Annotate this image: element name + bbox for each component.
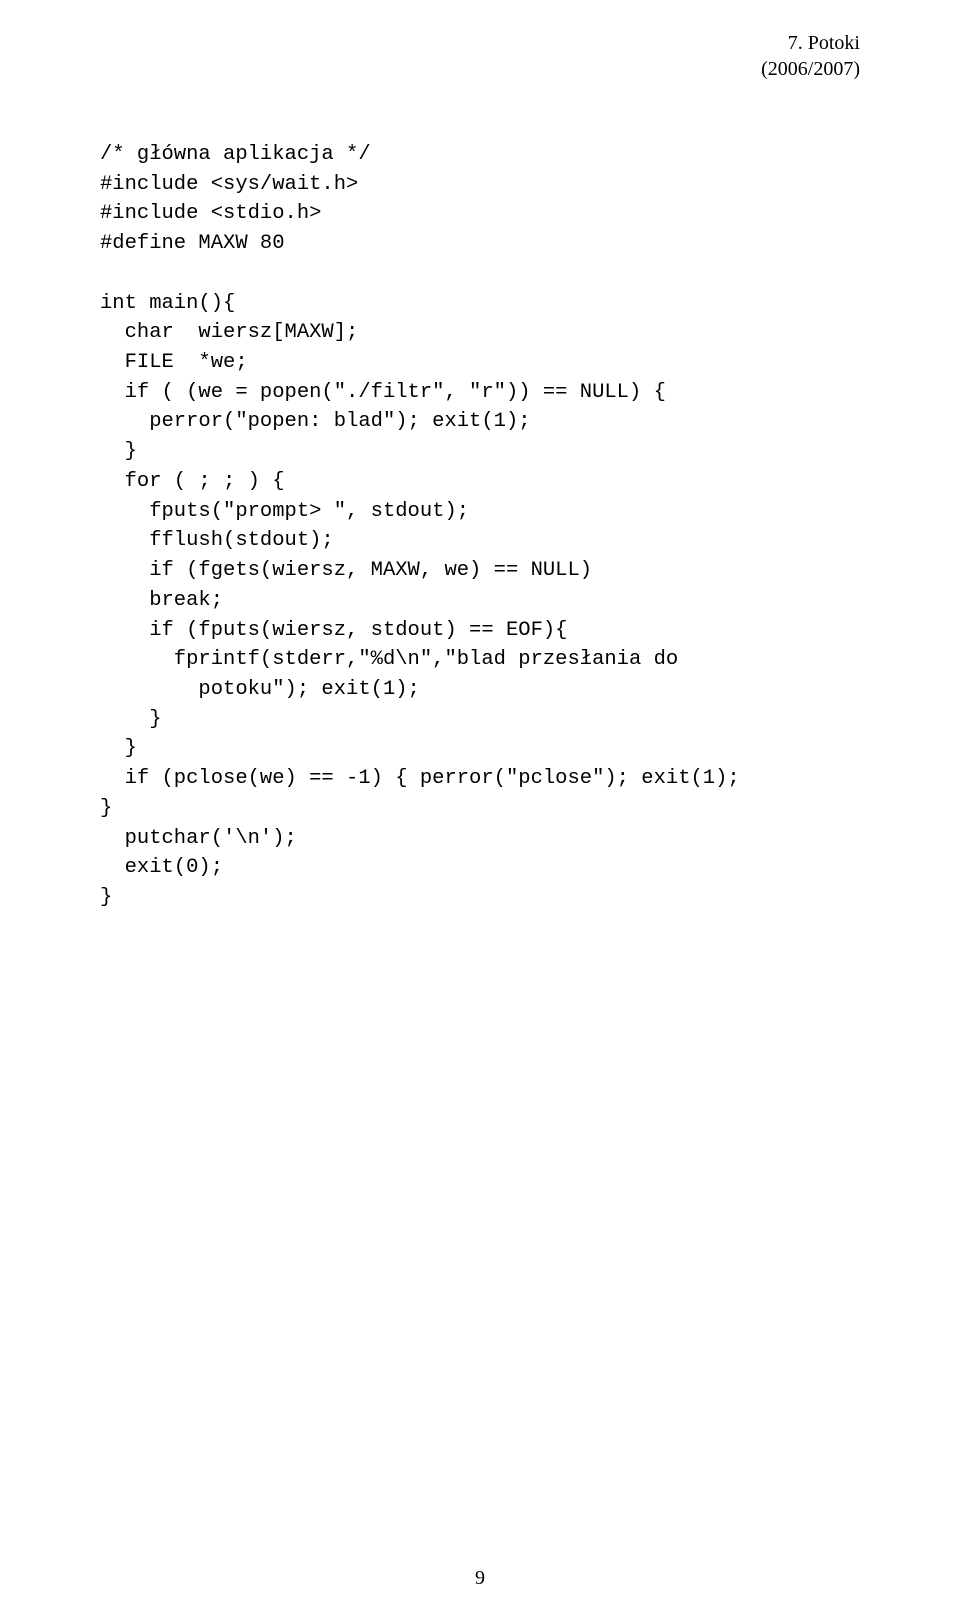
header-title: 7. Potoki bbox=[761, 30, 860, 56]
page-number: 9 bbox=[0, 1567, 960, 1590]
code-listing: /* główna aplikacja */ #include <sys/wai… bbox=[100, 140, 860, 913]
page: 7. Potoki (2006/2007) /* główna aplikacj… bbox=[0, 0, 960, 1620]
header-year: (2006/2007) bbox=[761, 56, 860, 82]
page-header: 7. Potoki (2006/2007) bbox=[761, 30, 860, 82]
